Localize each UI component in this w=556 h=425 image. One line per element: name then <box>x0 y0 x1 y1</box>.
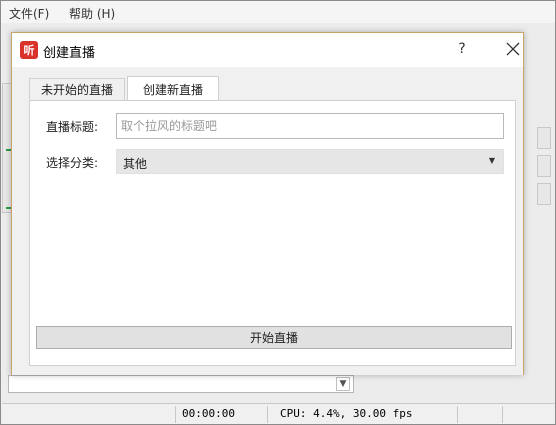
dialog-title: 创建直播 <box>43 46 96 61</box>
start-live-button[interactable]: 开始直播 <box>36 326 512 349</box>
chevron-down-icon[interactable]: ▼ <box>336 377 350 391</box>
dialog-body: 未开始的直播 创建新直播 直播标题: 选择分类: 其他 ▼ 开始直播 <box>12 67 523 375</box>
status-time: 00:00:00 <box>182 407 235 420</box>
help-button[interactable]: ? <box>452 39 472 59</box>
status-separator <box>457 406 458 423</box>
category-label: 选择分类: <box>46 156 99 170</box>
dropdown-arrow-icon[interactable]: ▼ <box>489 156 495 165</box>
menubar: 文件(F) 帮助 (H) <box>1 1 555 23</box>
status-separator <box>267 406 268 423</box>
statusbar: 00:00:00 CPU: 4.4%, 30.00 fps <box>2 403 555 424</box>
close-button[interactable] <box>500 37 526 61</box>
status-separator <box>502 406 503 423</box>
status-separator <box>175 406 176 423</box>
background-dropdown[interactable]: ▼ <box>8 375 354 393</box>
status-cpu: CPU: 4.4%, 30.00 fps <box>280 407 413 420</box>
title-label: 直播标题: <box>46 120 99 134</box>
background-side-button <box>537 127 551 149</box>
background-side-button <box>537 155 551 177</box>
background-side-button <box>537 183 551 205</box>
app-icon: 听 <box>20 41 38 59</box>
close-icon[interactable] <box>506 42 520 56</box>
title-input[interactable] <box>116 113 504 139</box>
menu-file[interactable]: 文件(F) <box>3 5 55 22</box>
category-select[interactable]: 其他 ▼ <box>116 149 504 174</box>
create-live-dialog: 听 创建直播 ? 未开始的直播 创建新直播 直播标题: 选择分类: 其他 ▼ 开… <box>11 32 524 375</box>
tab-create-new[interactable]: 创建新直播 <box>127 76 219 101</box>
category-value: 其他 <box>123 157 148 171</box>
dialog-titlebar[interactable]: 听 创建直播 ? <box>12 33 523 67</box>
menu-help[interactable]: 帮助 (H) <box>63 5 121 22</box>
tab-panel: 直播标题: 选择分类: 其他 ▼ 开始直播 <box>29 100 516 366</box>
tab-not-started[interactable]: 未开始的直播 <box>29 78 125 100</box>
